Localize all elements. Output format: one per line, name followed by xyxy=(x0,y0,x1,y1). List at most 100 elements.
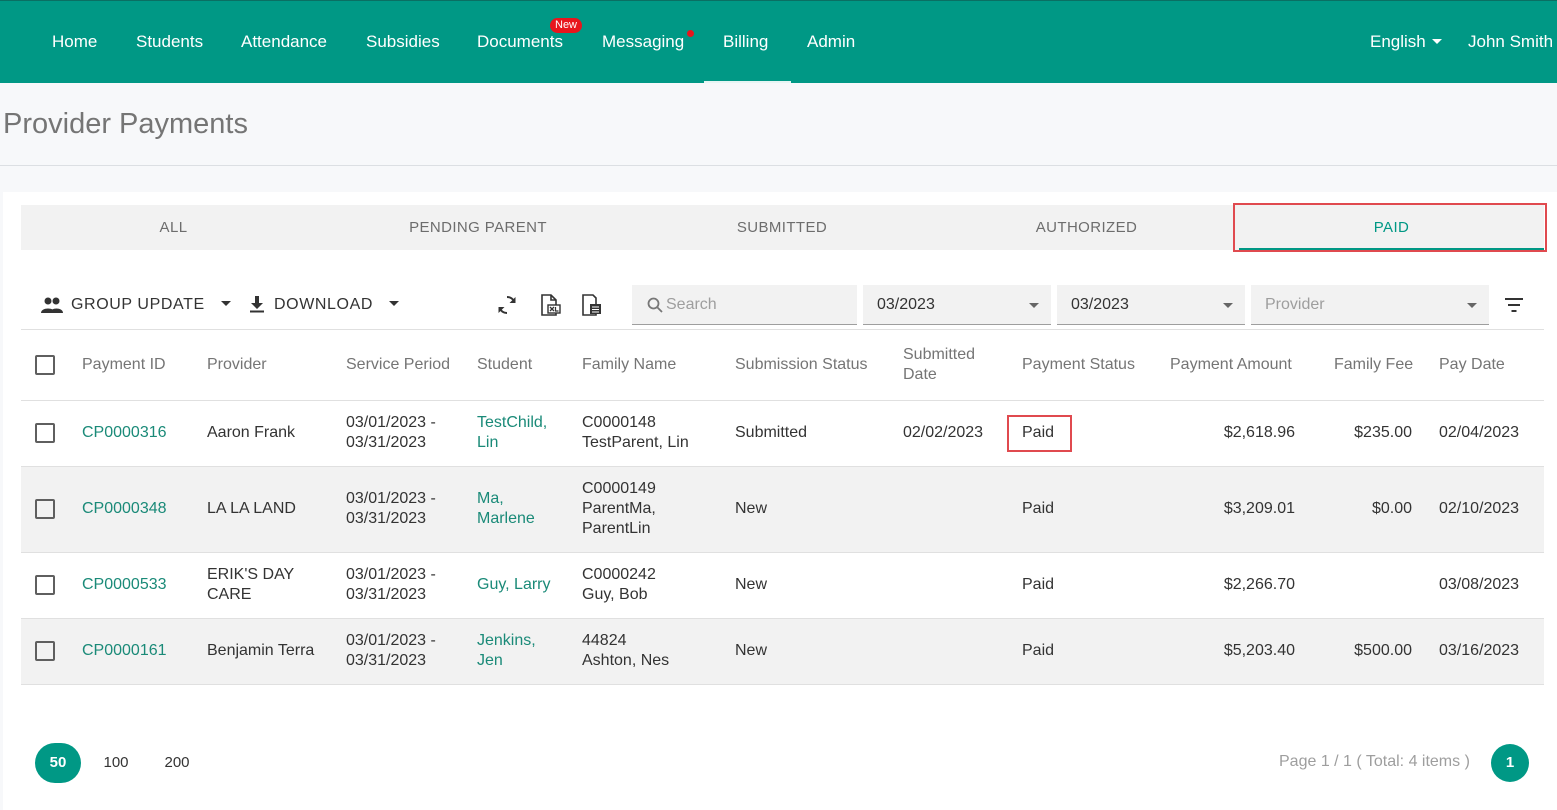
family-fee-cell: $0.00 xyxy=(1371,500,1412,517)
nav-admin[interactable]: Admin xyxy=(807,1,855,84)
export-pdf-icon[interactable] xyxy=(580,294,602,316)
row-checkbox[interactable] xyxy=(35,641,55,661)
payment-amount-cell: $5,203.40 xyxy=(1223,642,1295,659)
header-provider[interactable]: Provider xyxy=(207,355,267,375)
service-period-start: 03/01/2023 - xyxy=(346,566,436,583)
nav-documents-label: Documents xyxy=(477,32,563,51)
tab-submitted[interactable]: SUBMITTED xyxy=(630,205,934,250)
family-name-cell: C0000242 Guy, Bob xyxy=(582,565,656,605)
top-navigation-bar: Home Students Attendance Subsidies Docum… xyxy=(0,0,1557,84)
to-period-select[interactable]: 03/2023 xyxy=(1057,285,1245,325)
nav-messaging[interactable]: Messaging xyxy=(602,1,694,84)
header-submitted-date[interactable]: Submitted Date xyxy=(903,345,975,385)
family-name-cell: C0000148 TestParent, Lin xyxy=(582,413,689,453)
payment-id-link[interactable]: CP0000316 xyxy=(82,423,167,443)
header-submitted-date-line2: Date xyxy=(903,366,937,383)
student-link[interactable]: Jenkins, Jen xyxy=(477,631,536,671)
submitted-date-cell: 02/02/2023 xyxy=(903,424,984,441)
service-period-start: 03/01/2023 - xyxy=(346,414,436,431)
payment-status-cell: Paid xyxy=(1022,576,1055,593)
provider-cell: Benjamin Terra xyxy=(207,642,315,659)
nav-billing[interactable]: Billing xyxy=(703,1,792,84)
student-link[interactable]: TestChild, Lin xyxy=(477,413,547,453)
select-all-checkbox[interactable] xyxy=(35,355,55,375)
highlight-box xyxy=(1233,203,1547,252)
header-student[interactable]: Student xyxy=(477,355,532,375)
family-parent-2: ParentLin xyxy=(582,520,651,537)
tab-pending-parent[interactable]: PENDING PARENT xyxy=(326,205,630,250)
tab-all[interactable]: ALL xyxy=(21,205,326,250)
student-line2: Jen xyxy=(477,652,503,669)
payment-status-cell: Paid xyxy=(1022,642,1055,659)
header-payment-amount[interactable]: Payment Amount xyxy=(1170,355,1292,375)
user-menu[interactable]: John Smith xyxy=(1468,1,1553,84)
header-family-name[interactable]: Family Name xyxy=(582,355,676,375)
search-icon xyxy=(647,297,663,313)
tab-authorized[interactable]: AUTHORIZED xyxy=(934,205,1239,250)
header-submission-status[interactable]: Submission Status xyxy=(735,355,868,375)
provider-cell: LA LA LAND xyxy=(207,500,296,517)
download-button[interactable]: DOWNLOAD xyxy=(248,290,400,320)
provider-select[interactable]: Provider xyxy=(1251,285,1489,325)
page-1-button[interactable]: 1 xyxy=(1491,744,1529,782)
export-excel-icon[interactable] xyxy=(539,294,561,316)
page-size-200[interactable]: 200 xyxy=(157,743,197,783)
submission-status-cell: New xyxy=(735,500,768,517)
filter-icon[interactable] xyxy=(1503,295,1525,315)
new-badge: New xyxy=(550,18,583,33)
family-id: C0000242 xyxy=(582,566,656,583)
student-link[interactable]: Ma, Marlene xyxy=(477,489,535,529)
group-update-button[interactable]: GROUP UPDATE xyxy=(41,290,231,320)
payment-amount-cell: $2,618.96 xyxy=(1223,424,1295,441)
student-link[interactable]: Guy, Larry xyxy=(477,575,551,595)
from-period-select[interactable]: 03/2023 xyxy=(863,285,1051,325)
search-field[interactable] xyxy=(632,285,857,325)
header-payment-status[interactable]: Payment Status xyxy=(1022,355,1135,375)
submission-status-cell: New xyxy=(735,576,768,593)
student-line2: Lin xyxy=(477,434,499,451)
payment-id-link[interactable]: CP0000533 xyxy=(82,575,167,595)
submission-status-cell: Submitted xyxy=(735,424,808,441)
header-pay-date[interactable]: Pay Date xyxy=(1439,355,1505,375)
nav-attendance[interactable]: Attendance xyxy=(241,1,327,84)
row-checkbox[interactable] xyxy=(35,575,55,595)
payment-id-link[interactable]: CP0000161 xyxy=(82,641,167,661)
payment-amount-cell: $2,266.70 xyxy=(1223,576,1295,593)
nav-messaging-label: Messaging xyxy=(602,32,685,51)
payment-id-link[interactable]: CP0000348 xyxy=(82,499,167,519)
nav-documents[interactable]: Documents New xyxy=(477,1,583,84)
provider-cell: Aaron Frank xyxy=(207,424,296,441)
refresh-icon[interactable] xyxy=(496,294,518,316)
header-payment-id[interactable]: Payment ID xyxy=(82,355,166,375)
page-size-50[interactable]: 50 xyxy=(35,743,81,783)
service-period-end: 03/31/2023 xyxy=(346,652,427,669)
row-checkbox[interactable] xyxy=(35,423,55,443)
family-fee-cell: $500.00 xyxy=(1354,642,1412,659)
service-period-cell: 03/01/2023 - 03/31/2023 xyxy=(346,413,436,453)
service-period-start: 03/01/2023 - xyxy=(346,632,436,649)
page-title: Provider Payments xyxy=(3,108,248,140)
language-selector[interactable]: English xyxy=(1370,1,1442,84)
header-service-period[interactable]: Service Period xyxy=(346,355,450,375)
caret-down-icon xyxy=(1467,303,1477,308)
group-icon xyxy=(41,297,63,313)
to-period-value: 03/2023 xyxy=(1071,296,1129,313)
pay-date-cell: 03/08/2023 xyxy=(1439,576,1520,593)
nav-students[interactable]: Students xyxy=(136,1,203,84)
header-family-fee[interactable]: Family Fee xyxy=(1334,355,1413,375)
provider-line1: ERIK'S DAY xyxy=(207,566,295,583)
page-size-100[interactable]: 100 xyxy=(96,743,136,783)
family-parent: Ashton, Nes xyxy=(582,652,670,669)
row-checkbox[interactable] xyxy=(35,499,55,519)
service-period-start: 03/01/2023 - xyxy=(346,490,436,507)
payment-status-cell: Paid xyxy=(1022,500,1055,517)
header-submitted-date-line1: Submitted xyxy=(903,346,976,363)
student-line1: TestChild, xyxy=(477,414,548,431)
student-line2: Marlene xyxy=(477,510,535,527)
student-line1: Ma, xyxy=(477,490,504,507)
nav-subsidies[interactable]: Subsidies xyxy=(366,1,440,84)
search-input[interactable] xyxy=(666,285,851,324)
nav-home[interactable]: Home xyxy=(52,1,97,84)
caret-down-icon xyxy=(1431,39,1442,44)
pay-date-cell: 03/16/2023 xyxy=(1439,642,1520,659)
